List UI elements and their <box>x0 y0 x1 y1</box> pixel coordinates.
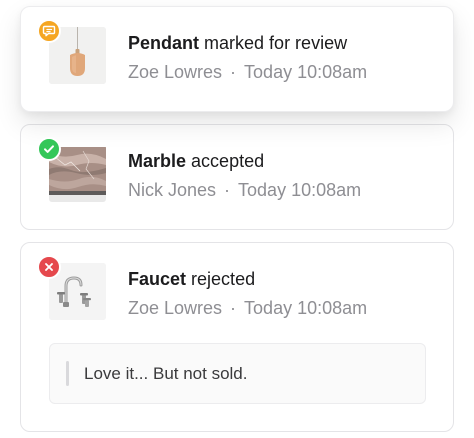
notification-card[interactable]: Faucet rejected Zoe Lowres · Today 10:08am… <box>20 242 454 432</box>
notification-title: Faucet rejected <box>128 269 255 290</box>
review-status-badge <box>37 19 61 43</box>
comment-text: Love it... But not sold. <box>84 364 248 383</box>
action-text: rejected <box>191 269 256 289</box>
item-name: Marble <box>128 151 187 171</box>
notification-meta: Zoe Lowres · Today 10:08am <box>128 62 367 83</box>
timestamp: Today 10:08am <box>244 298 368 318</box>
rejected-status-badge <box>37 255 61 279</box>
notification-card[interactable]: Marble accepted Nick Jones · Today 10:08am <box>20 124 454 230</box>
timestamp: Today 10:08am <box>244 62 368 82</box>
meta-separator: · <box>230 298 237 318</box>
chat-bubble-icon <box>42 25 56 37</box>
notification-title: Pendant marked for review <box>128 33 347 54</box>
notification-card[interactable]: Pendant marked for review Zoe Lowres · Tod… <box>20 6 454 112</box>
check-icon <box>44 145 54 153</box>
meta-separator: · <box>230 62 237 82</box>
x-icon <box>45 263 53 271</box>
author-name: Zoe Lowres <box>128 298 223 318</box>
meta-separator: · <box>224 180 231 200</box>
item-name: Pendant <box>128 33 200 53</box>
item-name: Faucet <box>128 269 187 289</box>
accepted-status-badge <box>37 137 61 161</box>
timestamp: Today 10:08am <box>238 180 362 200</box>
action-text: accepted <box>191 151 265 171</box>
author-name: Zoe Lowres <box>128 62 223 82</box>
notification-feed: Pendant marked for review Zoe Lowres · Tod… <box>0 0 474 438</box>
notification-meta: Zoe Lowres · Today 10:08am <box>128 298 367 319</box>
action-text: marked for review <box>204 33 348 53</box>
comment-quote: Love it... But not sold. <box>49 343 426 404</box>
notification-title: Marble accepted <box>128 151 264 172</box>
quote-bar <box>66 361 69 386</box>
author-name: Nick Jones <box>128 180 217 200</box>
notification-meta: Nick Jones · Today 10:08am <box>128 180 361 201</box>
